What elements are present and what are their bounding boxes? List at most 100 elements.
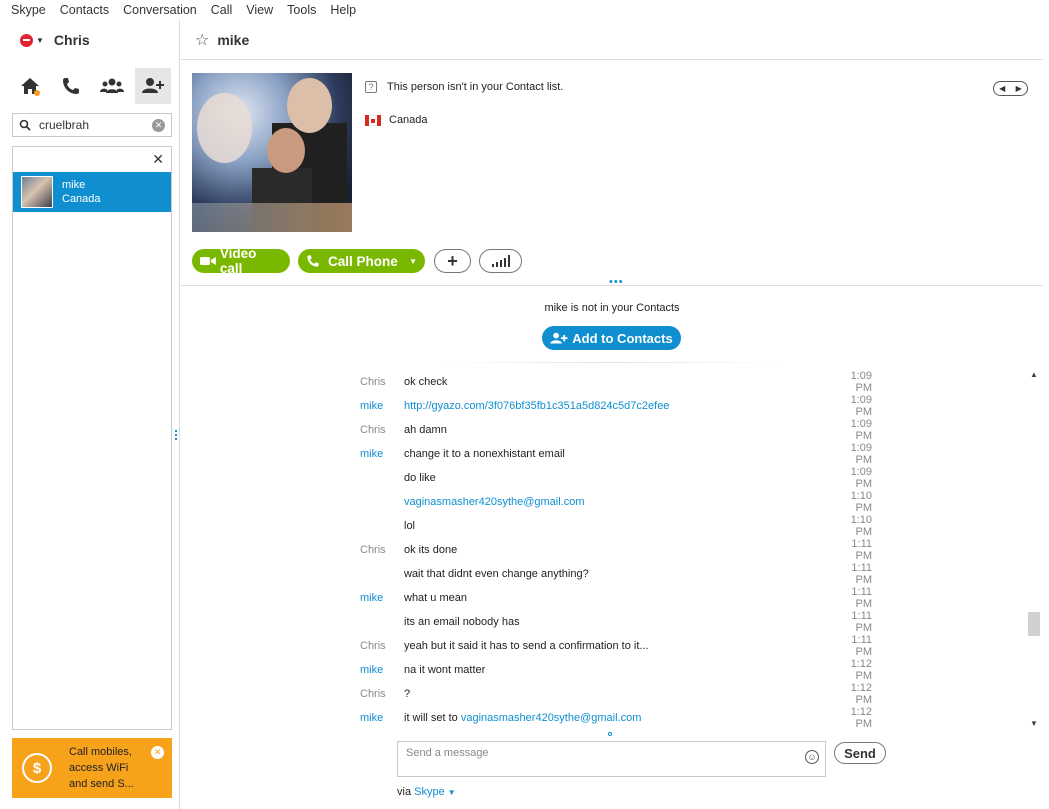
list-item[interactable]: mike Canada	[13, 172, 171, 212]
close-icon[interactable]: ✕	[152, 151, 164, 168]
message-input[interactable]	[398, 742, 798, 772]
chevron-right-icon[interactable]: ▶	[1016, 84, 1022, 93]
profile-pager[interactable]: ◀ ▶	[993, 81, 1028, 96]
chevron-down-icon[interactable]: ▼	[448, 788, 456, 797]
composer-resize-handle[interactable]	[608, 732, 612, 736]
message-sender[interactable]: Chris	[360, 424, 404, 436]
phone-icon	[307, 255, 319, 267]
user-profile[interactable]: ▼ Chris	[20, 32, 90, 48]
divider	[440, 362, 780, 363]
menu-call[interactable]: Call	[204, 3, 240, 17]
message-time: 1:09 PM	[850, 394, 872, 418]
message-sender[interactable]: mike	[360, 592, 404, 604]
menu-help[interactable]: Help	[323, 3, 363, 17]
menu-contacts[interactable]: Contacts	[53, 3, 116, 17]
status-busy-icon[interactable]	[20, 33, 33, 47]
message-text: it will set to vaginasmasher420sythe@gma…	[404, 712, 642, 724]
message-row: mike change it to a nonexhistant email 1…	[360, 442, 880, 466]
menu-conversation[interactable]: Conversation	[116, 3, 204, 17]
call-quality-button[interactable]	[479, 249, 522, 273]
message-time: 1:09 PM	[850, 418, 872, 442]
scroll-up-icon[interactable]: ▲	[1030, 370, 1038, 379]
message-time: 1:12 PM	[850, 658, 872, 682]
chevron-down-icon[interactable]: ▼	[409, 257, 417, 266]
add-contact-icon	[550, 332, 568, 344]
promo-banner[interactable]: $ Call mobiles, access WiFi and send S..…	[12, 738, 172, 798]
message-sender[interactable]: Chris	[360, 688, 404, 700]
search-box[interactable]: ✕	[12, 113, 172, 137]
nav-icons	[12, 68, 176, 104]
via-service: via Skype ▼	[397, 786, 456, 798]
chat-scrollbar[interactable]: ▲ ▼	[1026, 368, 1043, 730]
message-sender[interactable]: Chris	[360, 544, 404, 556]
signal-bars-icon	[491, 255, 510, 267]
menu-view[interactable]: View	[239, 3, 280, 17]
message-text: wait that didnt even change anything?	[404, 568, 589, 580]
search-results: ✕ mike Canada	[12, 146, 172, 730]
message-row: Chris ? 1:12 PM	[360, 682, 880, 706]
close-promo-icon[interactable]: ✕	[151, 746, 164, 759]
message-sender[interactable]: mike	[360, 400, 404, 412]
message-link[interactable]: vaginasmasher420sythe@gmail.com	[461, 712, 642, 724]
scroll-thumb[interactable]	[1028, 612, 1040, 636]
service-selector[interactable]: Skype ▼	[414, 786, 456, 798]
search-input[interactable]	[39, 118, 144, 132]
message-composer[interactable]: ☺	[397, 741, 826, 777]
conversation-title: mike	[217, 31, 250, 48]
message-sender[interactable]: Chris	[360, 640, 404, 652]
call-phone-button[interactable]: Call Phone ▼	[298, 249, 425, 273]
message-text: its an email nobody has	[404, 616, 520, 628]
message-link[interactable]: vaginasmasher420sythe@gmail.com	[404, 496, 585, 508]
more-options-icon[interactable]: •••	[609, 276, 624, 288]
message-text: lol	[404, 520, 416, 532]
chevron-down-icon[interactable]: ▼	[36, 36, 44, 45]
menu-bar: Skype Contacts Conversation Call View To…	[0, 0, 1049, 20]
message-sender[interactable]: mike	[360, 664, 404, 676]
video-camera-icon	[200, 257, 216, 265]
message-text: na it wont matter	[404, 664, 486, 676]
message-time: 1:11 PM	[851, 538, 872, 562]
promo-line-1: Call mobiles,	[69, 746, 132, 758]
message-row: mike http://gyazo.com/3f076bf35fb1c351a5…	[360, 394, 880, 418]
message-time: 1:11 PM	[851, 634, 872, 658]
chevron-left-icon[interactable]: ◀	[999, 84, 1005, 93]
user-name[interactable]: Chris	[54, 32, 90, 48]
emoticon-icon[interactable]: ☺	[805, 750, 819, 764]
add-participant-button[interactable]: +	[434, 249, 471, 273]
notification-dot	[34, 90, 40, 96]
message-text: yeah but it said it has to send a confir…	[404, 640, 649, 652]
video-call-button[interactable]: Video call	[192, 246, 290, 276]
menu-tools[interactable]: Tools	[280, 3, 323, 17]
message-time: 1:11 PM	[851, 610, 872, 634]
unknown-contact-icon: ?	[365, 81, 377, 93]
send-button[interactable]: Send	[834, 742, 886, 764]
home-icon[interactable]	[12, 68, 48, 104]
add-to-contacts-button[interactable]: Add to Contacts	[542, 326, 681, 350]
message-sender[interactable]: mike	[360, 448, 404, 460]
message-row: lol 1:10 PM	[360, 514, 880, 538]
message-text: http://gyazo.com/3f076bf35fb1c351a5d824c…	[404, 400, 832, 412]
phone-icon[interactable]	[53, 68, 89, 104]
add-contact-icon[interactable]	[135, 68, 171, 104]
message-time: 1:12 PM	[850, 706, 872, 730]
message-text: change it to a nonexhistant email	[404, 448, 565, 460]
message-text: ah damn	[404, 424, 447, 436]
not-in-contacts-notice: mike is not in your Contacts	[544, 302, 680, 314]
pane-splitter[interactable]	[175, 430, 178, 444]
message-link[interactable]: http://gyazo.com/3f076bf35fb1c351a5d824c…	[404, 400, 669, 412]
group-icon[interactable]	[94, 68, 130, 104]
message-row: its an email nobody has 1:11 PM	[360, 610, 880, 634]
star-icon[interactable]: ☆	[195, 30, 209, 50]
scroll-down-icon[interactable]: ▼	[1030, 719, 1038, 728]
message-sender[interactable]: Chris	[360, 376, 404, 388]
contact-status-text: This person isn't in your Contact list.	[387, 81, 564, 93]
clear-search-icon[interactable]: ✕	[152, 118, 165, 132]
menu-skype[interactable]: Skype	[4, 3, 53, 17]
message-text: vaginasmasher420sythe@gmail.com	[404, 496, 832, 508]
result-location: Canada	[62, 193, 101, 205]
message-time: 1:10 PM	[850, 490, 872, 514]
message-row: Chris ok check 1:09 PM	[360, 370, 880, 394]
message-sender[interactable]: mike	[360, 712, 404, 724]
contact-country: Canada	[389, 114, 428, 126]
result-name: mike	[62, 179, 86, 191]
